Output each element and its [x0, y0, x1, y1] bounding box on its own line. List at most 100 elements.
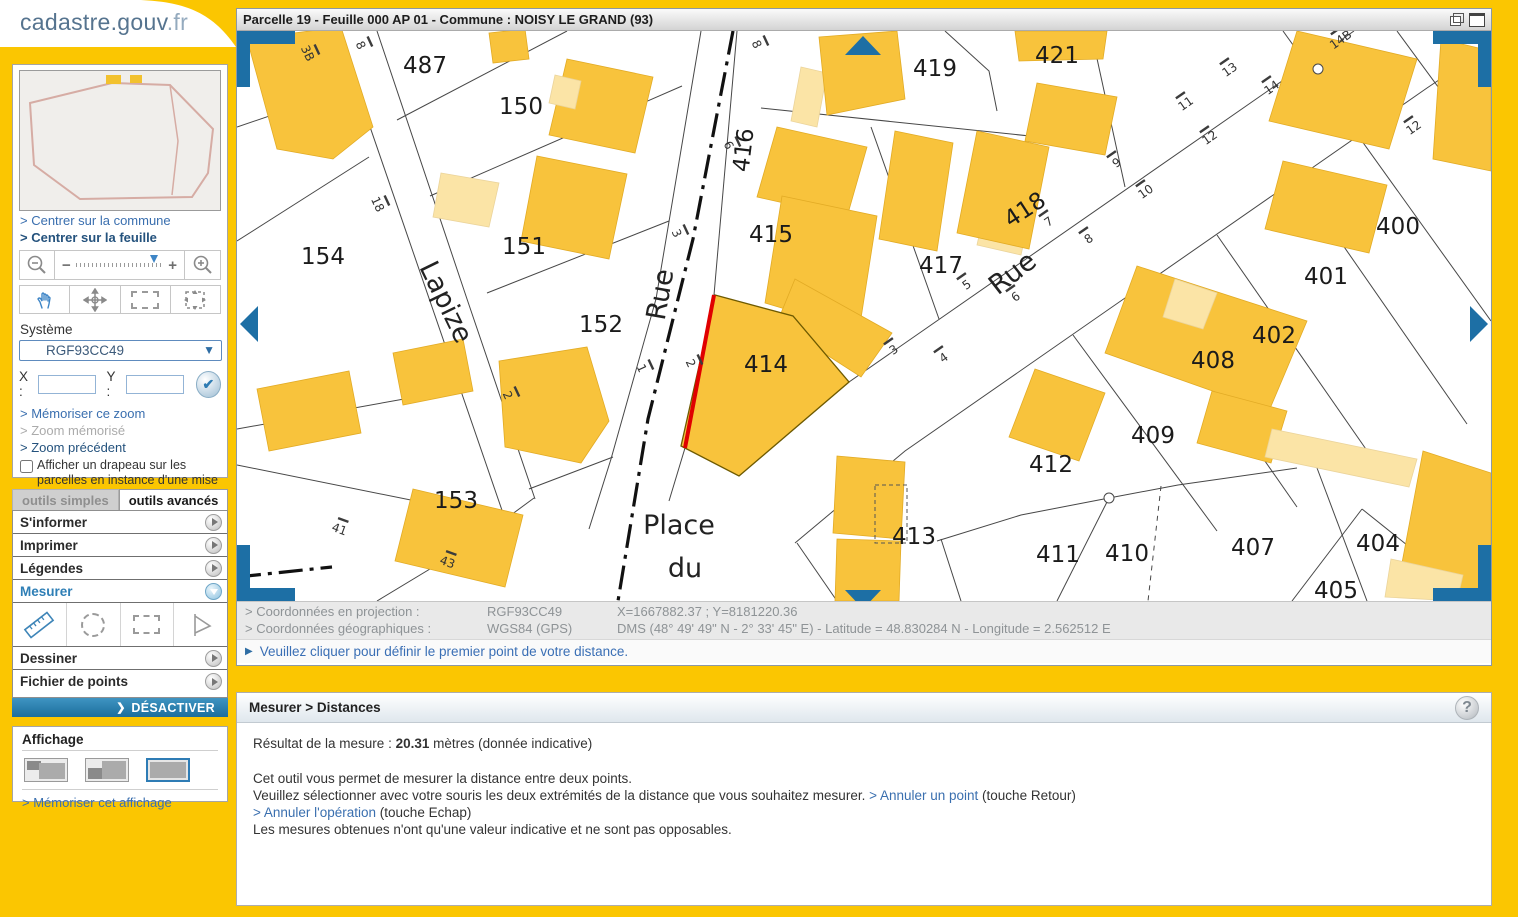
minimap-view-marker: [106, 75, 121, 84]
parcel-label-152[interactable]: 152: [579, 312, 623, 338]
link-center-feuille[interactable]: > Centrer sur la feuille: [20, 230, 220, 245]
parcel-label-408[interactable]: 408: [1191, 348, 1235, 374]
parcel-label-487[interactable]: 487: [403, 53, 447, 79]
parcel-label-153[interactable]: 153: [434, 488, 478, 514]
parcel-label-417[interactable]: 417: [919, 253, 963, 279]
map-corner-marker: [237, 545, 250, 601]
validate-coordinates-button[interactable]: ✔: [196, 371, 221, 398]
help-button[interactable]: ?: [1455, 696, 1479, 720]
building: [1025, 83, 1117, 155]
pan-move-button[interactable]: [70, 285, 120, 314]
building: [549, 75, 581, 109]
y-input[interactable]: [126, 375, 184, 394]
house-number: 1: [634, 362, 650, 375]
link-coord-geographic[interactable]: > Coordonnées géographiques :: [245, 621, 431, 636]
x-input[interactable]: [38, 375, 96, 394]
parcel-label-400[interactable]: 400: [1376, 214, 1420, 240]
layout-option-2[interactable]: [85, 758, 129, 782]
link-annuler-point[interactable]: > Annuler un point: [869, 788, 978, 803]
zoom-out-button[interactable]: [19, 250, 55, 280]
expand-icon[interactable]: [205, 673, 222, 690]
slider-plus-icon[interactable]: +: [168, 257, 177, 274]
parcel-label-151[interactable]: 151: [502, 234, 546, 260]
parcel-label-404[interactable]: 404: [1356, 531, 1400, 557]
tool-legendes[interactable]: Légendes: [13, 557, 227, 580]
parcel-label-421[interactable]: 421: [1035, 43, 1079, 69]
affichage-panel: Affichage > Mémoriser cet affichage: [12, 726, 228, 802]
parcel-label-414[interactable]: 414: [744, 352, 788, 378]
layout-option-3-selected[interactable]: [146, 758, 190, 782]
magnifier-plus-icon: [192, 254, 214, 276]
zoom-in-button[interactable]: [185, 250, 221, 280]
overview-minimap[interactable]: [19, 70, 221, 211]
desactiver-button[interactable]: ❯ DÉSACTIVER: [12, 698, 228, 717]
parcel-line: [529, 457, 613, 489]
parcel-label-419[interactable]: 419: [913, 56, 957, 82]
parcel-label-405[interactable]: 405: [1314, 578, 1358, 601]
house-number: 5: [960, 277, 974, 293]
parcel-label-154[interactable]: 154: [301, 244, 345, 270]
measure-angle-button[interactable]: [173, 603, 227, 646]
parcel-label-401[interactable]: 401: [1304, 264, 1348, 290]
parcel-label-411[interactable]: 411: [1036, 542, 1080, 568]
zoom-slider[interactable]: − +: [55, 250, 185, 280]
zoom-rect-button[interactable]: [121, 285, 171, 314]
link-memorize-affichage[interactable]: > Mémoriser cet affichage: [22, 795, 218, 810]
x-label: X :: [19, 369, 34, 399]
pan-hand-button[interactable]: [19, 285, 70, 314]
zoom-extent-button[interactable]: [171, 285, 221, 314]
building: [499, 347, 609, 463]
parcel-label-409[interactable]: 409: [1131, 423, 1175, 449]
parcel-line: [1148, 486, 1161, 601]
flag-checkbox[interactable]: [20, 460, 33, 473]
tool-dessiner[interactable]: Dessiner: [13, 647, 227, 670]
layout-option-1[interactable]: [24, 758, 68, 782]
slider-track[interactable]: [76, 263, 163, 267]
expand-icon[interactable]: [205, 650, 222, 667]
link-coord-projection[interactable]: > Coordonnées en projection :: [245, 604, 420, 619]
dashed-circle-icon: [81, 613, 105, 637]
parcel-label-402[interactable]: 402: [1252, 323, 1296, 349]
sidebar-panel-navigation: > Centrer sur la commune > Centrer sur l…: [12, 64, 228, 478]
page: { "colors":{"page_bg":"#FBC601","accent"…: [0, 0, 1518, 917]
collapse-icon[interactable]: [205, 583, 222, 600]
measure-result-value: 20.31: [396, 736, 430, 751]
parcel-label-412[interactable]: 412: [1029, 452, 1073, 478]
window-maximize-icon[interactable]: [1469, 13, 1485, 27]
expand-icon[interactable]: [205, 537, 222, 554]
expand-icon[interactable]: [205, 514, 222, 531]
map-nav-left[interactable]: [240, 306, 258, 342]
measure-help-select: Veuillez sélectionner avec votre souris …: [253, 788, 1475, 803]
parcel-label-415[interactable]: 415: [749, 222, 793, 248]
measure-distance-button[interactable]: [13, 603, 66, 646]
expand-icon[interactable]: [205, 560, 222, 577]
tool-fichier-points[interactable]: Fichier de points: [13, 670, 227, 693]
parcel-label-413[interactable]: 413: [892, 524, 936, 550]
system-select[interactable]: RGF93CC49 ▼: [19, 340, 222, 361]
link-center-commune[interactable]: > Centrer sur la commune: [20, 213, 220, 228]
parcel-label-416[interactable]: 416: [728, 127, 759, 174]
parcel-label-407[interactable]: 407: [1231, 535, 1275, 561]
slider-minus-icon[interactable]: −: [62, 257, 71, 274]
link-zoom-previous[interactable]: > Zoom précédent: [20, 440, 220, 455]
measure-result: Résultat de la mesure : 20.31 mètres (do…: [253, 736, 1475, 751]
link-annuler-operation[interactable]: > Annuler l'opération: [253, 805, 376, 820]
tool-mesurer[interactable]: Mesurer: [13, 580, 227, 603]
measure-area-rect-button[interactable]: [120, 603, 174, 646]
window-restore-icon[interactable]: [1449, 13, 1465, 27]
map-canvas[interactable]: 3B81841432136823456789101112131414B12487…: [237, 31, 1491, 601]
measure-area-circle-button[interactable]: [66, 603, 120, 646]
tool-imprimer[interactable]: Imprimer: [13, 534, 227, 557]
tab-outils-avances[interactable]: outils avancés: [119, 489, 229, 510]
street-label: Place: [643, 510, 715, 541]
slider-thumb[interactable]: [150, 255, 158, 263]
coord-geographic-system: WGS84 (GPS): [487, 621, 572, 636]
parcel-label-410[interactable]: 410: [1105, 541, 1149, 567]
tab-outils-simples[interactable]: outils simples: [12, 489, 119, 510]
tool-sinformer[interactable]: S'informer: [13, 511, 227, 534]
building: [257, 371, 361, 451]
link-memorize-zoom[interactable]: > Mémoriser ce zoom: [20, 406, 220, 421]
map-nav-right[interactable]: [1470, 306, 1488, 342]
chevron-right-icon: ❯: [116, 701, 125, 714]
parcel-label-150[interactable]: 150: [499, 94, 543, 120]
